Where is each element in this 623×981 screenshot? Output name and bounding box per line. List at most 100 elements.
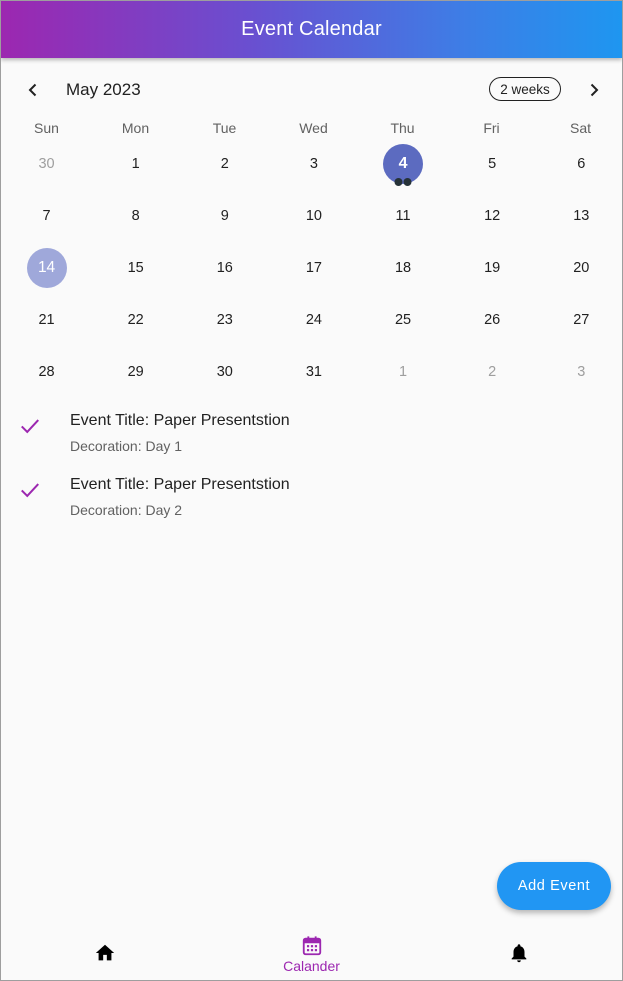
- day-cell[interactable]: 25: [359, 294, 448, 346]
- event-markers: [394, 178, 412, 186]
- day-cell[interactable]: 30: [2, 138, 91, 190]
- day-cell[interactable]: 22: [91, 294, 180, 346]
- day-number: 29: [127, 364, 144, 380]
- day-cell[interactable]: 27: [537, 294, 622, 346]
- day-number: 18: [394, 260, 412, 276]
- weekday-label: Tue: [212, 120, 237, 136]
- week-row: 7 8 9 10 11 12 13: [2, 190, 622, 242]
- day-number: 31: [305, 364, 322, 380]
- event-list: Event Title: Paper Presentstion Decorati…: [1, 401, 622, 529]
- weekday-label: Sun: [34, 120, 59, 136]
- app-frame: Event Calendar May 2023 2 weeks Sun Mon …: [0, 0, 623, 981]
- bottom-navigation: Calander: [1, 926, 622, 980]
- chevron-right-icon: [590, 83, 599, 97]
- day-number: 12: [484, 208, 501, 224]
- day-number: 2: [488, 364, 497, 380]
- day-cell[interactable]: 8: [91, 190, 180, 242]
- day-cell[interactable]: 17: [269, 242, 358, 294]
- day-cell[interactable]: 13: [537, 190, 622, 242]
- day-cell[interactable]: 24: [269, 294, 358, 346]
- day-number: 5: [488, 156, 497, 172]
- next-month-button[interactable]: [579, 75, 609, 105]
- day-number: 24: [305, 312, 322, 328]
- event-title: Event Title: Paper Presentstion: [70, 476, 290, 493]
- day-cell[interactable]: 11: [359, 190, 448, 242]
- event-list-item[interactable]: Event Title: Paper Presentstion Decorati…: [1, 401, 622, 465]
- app-bar: Event Calendar: [1, 1, 622, 58]
- day-cell[interactable]: 5: [448, 138, 537, 190]
- day-number: 20: [573, 260, 590, 276]
- day-cell[interactable]: 3: [537, 346, 622, 398]
- day-number: 11: [395, 208, 411, 224]
- day-number: 10: [305, 208, 322, 224]
- week-row: 30 1 2 3 4 5 6: [2, 138, 622, 190]
- event-marker-dot: [394, 178, 403, 186]
- day-number: 3: [577, 364, 586, 380]
- day-cell[interactable]: 20: [537, 242, 622, 294]
- day-number: 16: [216, 260, 233, 276]
- calendar-grid: 30 1 2 3 4 5 6 7 8 9 10 11 12 13 14 15 16 17 18 19 20 21 22 23 2…: [2, 138, 622, 398]
- day-cell[interactable]: 16: [180, 242, 269, 294]
- nav-item-calendar[interactable]: Calander: [208, 926, 415, 980]
- day-cell[interactable]: 6: [537, 138, 622, 190]
- app-title: Event Calendar: [241, 18, 382, 40]
- nav-label-calendar: Calander: [283, 958, 340, 974]
- month-title: May 2023: [66, 80, 141, 99]
- day-cell[interactable]: 1: [91, 138, 180, 190]
- day-cell-today[interactable]: 14: [2, 242, 91, 294]
- day-cell[interactable]: 21: [2, 294, 91, 346]
- week-row: 28 29 30 31 1 2 3: [2, 346, 622, 398]
- day-cell[interactable]: 3: [269, 138, 358, 190]
- day-cell-selected[interactable]: 4: [359, 138, 448, 190]
- nav-item-home[interactable]: [1, 926, 208, 980]
- weekday-header-row: Sun Mon Tue Wed Thu Fri Sat: [1, 120, 622, 140]
- day-cell[interactable]: 19: [448, 242, 537, 294]
- day-number: 1: [131, 156, 140, 172]
- weekday-label: Sat: [569, 120, 591, 136]
- check-icon: [21, 419, 39, 434]
- event-marker-dot: [403, 178, 412, 186]
- day-number: 2: [220, 156, 229, 172]
- home-icon: [95, 944, 114, 961]
- day-number: 3: [309, 156, 318, 172]
- day-number: 23: [216, 312, 233, 328]
- day-cell[interactable]: 12: [448, 190, 537, 242]
- day-number: 9: [220, 208, 229, 224]
- day-number: 25: [394, 312, 412, 328]
- day-number: 28: [38, 364, 55, 380]
- day-cell[interactable]: 29: [91, 346, 180, 398]
- chevron-left-icon: [28, 83, 37, 97]
- day-number: 7: [42, 208, 51, 224]
- day-number: 6: [577, 156, 586, 172]
- day-cell[interactable]: 18: [359, 242, 448, 294]
- day-cell[interactable]: 15: [91, 242, 180, 294]
- weekday-label: Thu: [390, 120, 415, 136]
- add-event-button[interactable]: Add Event: [497, 862, 611, 910]
- day-cell[interactable]: 31: [269, 346, 358, 398]
- day-number: 15: [127, 260, 144, 276]
- previous-month-button[interactable]: [18, 75, 48, 105]
- day-cell[interactable]: 2: [180, 138, 269, 190]
- weekday-label: Mon: [121, 120, 150, 136]
- day-number: 8: [131, 208, 140, 224]
- day-cell[interactable]: 23: [180, 294, 269, 346]
- day-number: 30: [216, 364, 233, 380]
- day-cell[interactable]: 2: [448, 346, 537, 398]
- day-cell[interactable]: 9: [180, 190, 269, 242]
- day-number: 21: [38, 312, 55, 328]
- day-cell[interactable]: 7: [2, 190, 91, 242]
- event-subtitle: Decoration: Day 1: [70, 438, 183, 454]
- day-cell[interactable]: 1: [359, 346, 448, 398]
- day-number: 22: [127, 312, 144, 328]
- week-row: 21 22 23 24 25 26 27: [2, 294, 622, 346]
- day-cell[interactable]: 28: [2, 346, 91, 398]
- check-icon: [21, 483, 39, 498]
- day-cell[interactable]: 26: [448, 294, 537, 346]
- day-cell[interactable]: 10: [269, 190, 358, 242]
- day-cell[interactable]: 30: [180, 346, 269, 398]
- nav-item-notifications[interactable]: [415, 926, 622, 980]
- event-list-item[interactable]: Event Title: Paper Presentstion Decorati…: [1, 465, 622, 529]
- week-row: 14 15 16 17 18 19 20: [2, 242, 622, 294]
- day-number: 26: [484, 312, 501, 328]
- format-toggle-button[interactable]: 2 weeks: [489, 77, 561, 101]
